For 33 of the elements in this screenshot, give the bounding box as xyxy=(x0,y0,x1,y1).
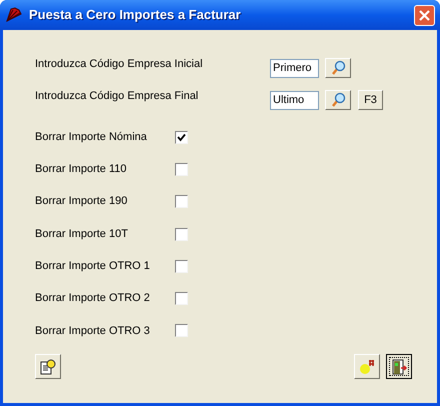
option-label: Borrar Importe OTRO 1 xyxy=(35,259,151,274)
close-icon xyxy=(419,10,430,20)
exit-door-icon xyxy=(390,358,408,376)
code-field[interactable]: Ultimo xyxy=(270,90,319,110)
search-button[interactable] xyxy=(325,90,351,110)
option-label: Borrar Importe 10T xyxy=(35,226,129,242)
option-label: Borrar Importe 110 xyxy=(35,162,128,178)
option-label: Borrar Importe OTRO 2 xyxy=(35,291,151,306)
search-button[interactable] xyxy=(325,58,351,78)
close-button[interactable] xyxy=(414,4,435,26)
option-label: Borrar Importe OTRO 3 xyxy=(35,324,151,339)
option-label: Borrar Importe 190 xyxy=(35,194,128,210)
checkbox[interactable] xyxy=(175,260,188,273)
sparkle-icon xyxy=(358,358,376,376)
checkbox[interactable] xyxy=(175,162,188,176)
f3-button[interactable]: F3 xyxy=(358,90,383,110)
wand-button[interactable] xyxy=(354,354,380,379)
help-button[interactable] xyxy=(35,354,61,379)
code-field[interactable]: Primero xyxy=(270,58,319,78)
search-icon xyxy=(330,92,346,108)
field-label: Introduzca Código Empresa Final xyxy=(35,88,200,104)
checkbox[interactable] xyxy=(175,228,188,241)
checkbox[interactable] xyxy=(175,292,188,306)
option-label: Borrar Importe Nómina xyxy=(35,130,148,145)
exit-button[interactable] xyxy=(386,354,412,379)
search-icon xyxy=(330,60,346,76)
help-document-icon xyxy=(39,358,57,376)
checkbox[interactable] xyxy=(175,130,188,144)
checkbox[interactable] xyxy=(175,324,188,338)
window-title: Puesta a Cero Importes a Facturar xyxy=(29,6,242,24)
checkbox[interactable] xyxy=(175,195,188,208)
fan-icon xyxy=(5,7,23,23)
field-label: Introduzca Código Empresa Inicial xyxy=(35,56,204,72)
